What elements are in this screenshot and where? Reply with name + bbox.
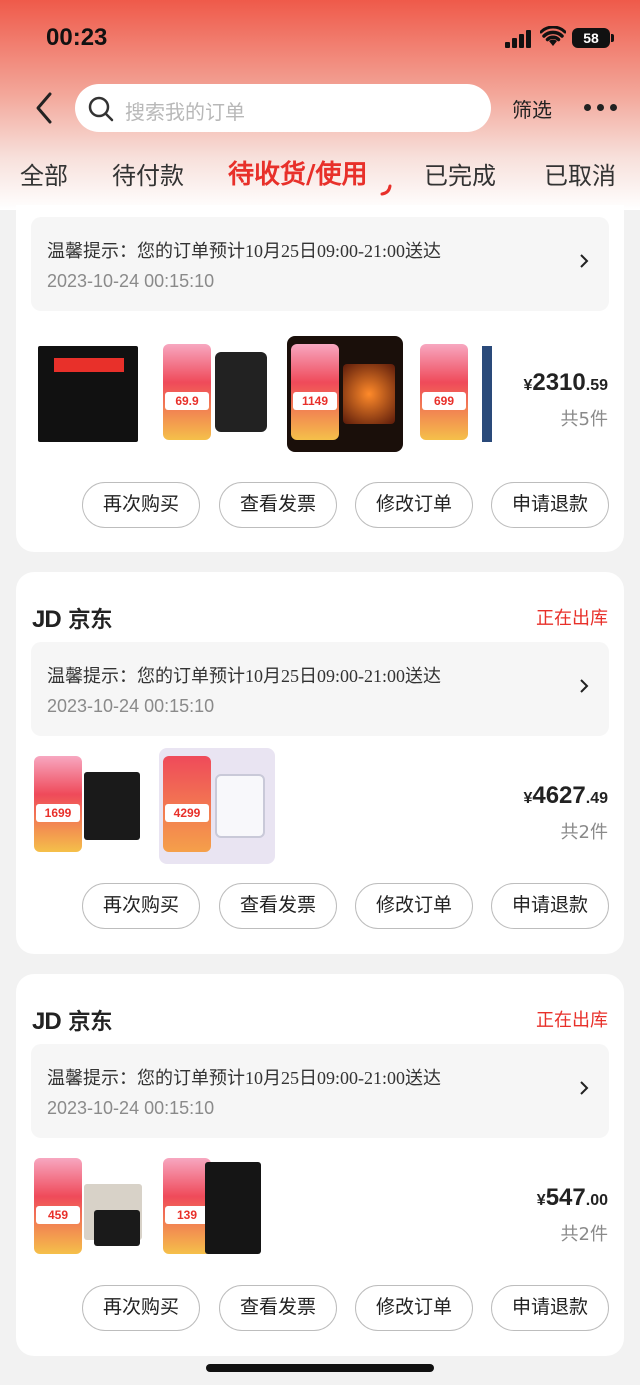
rebuy-button[interactable]: 再次购买 (82, 482, 200, 528)
order-price: ¥547.00 共2件 (537, 1184, 608, 1246)
product-thumbnail[interactable] (30, 336, 146, 452)
shop-label: 京东 (68, 608, 113, 633)
view-invoice-button[interactable]: 查看发票 (219, 883, 337, 929)
notice-text: 温馨提示：您的订单预计10月25日09:00-21:00送达 (47, 666, 441, 686)
search-icon (88, 96, 114, 122)
rebuy-button[interactable]: 再次购买 (82, 883, 200, 929)
wifi-icon (540, 26, 566, 46)
price-decimal: .59 (585, 377, 608, 394)
product-thumbnail[interactable]: 69.9 (159, 336, 275, 452)
home-indicator (206, 1364, 434, 1372)
item-count: 共2件 (560, 1224, 608, 1245)
order-time: 2023-10-24 00:15:10 (47, 696, 215, 716)
order-time: 2023-10-24 00:15:10 (47, 271, 215, 291)
view-invoice-button[interactable]: 查看发票 (219, 482, 337, 528)
order-tabs: 全部 待付款 待收货/使用 已完成 已取消 (0, 150, 640, 202)
delivery-notice[interactable]: 温馨提示：您的订单预计10月25日09:00-21:00送达 2023-10-2… (31, 642, 609, 736)
signal-icon (505, 30, 533, 48)
back-arrow-icon[interactable] (30, 90, 60, 126)
price-integer: 2310 (532, 369, 586, 396)
chevron-right-icon (580, 254, 589, 268)
price-integer: 4627 (532, 782, 586, 809)
jd-logo: JD (32, 606, 62, 633)
request-refund-button[interactable]: 申请退款 (491, 1285, 609, 1331)
order-status: 正在出库 (536, 608, 608, 629)
product-thumbnail[interactable]: 139 (159, 1150, 275, 1266)
tab-to-receive[interactable]: 待收货/使用 (228, 154, 368, 191)
tab-pending-payment[interactable]: 待付款 (112, 156, 184, 191)
more-icon[interactable] (584, 104, 618, 112)
shop-name[interactable]: JD 京东 (32, 602, 112, 634)
modify-order-button[interactable]: 修改订单 (355, 1285, 473, 1331)
price-decimal: .00 (585, 1192, 608, 1209)
price-decimal: .49 (585, 790, 608, 807)
top-nav: 搜索我的订单 筛选 (0, 80, 640, 136)
order-time: 2023-10-24 00:15:10 (47, 1098, 215, 1118)
item-count: 共2件 (560, 822, 608, 843)
product-thumbnail[interactable]: 4299 (159, 748, 275, 864)
order-actions: 再次购买 查看发票 修改订单 申请退款 (82, 482, 610, 528)
order-card: JD 京东 正在出库 温馨提示：您的订单预计10月25日09:00-21:00送… (16, 572, 624, 954)
notice-text: 温馨提示：您的订单预计10月25日09:00-21:00送达 (47, 1068, 441, 1088)
chevron-right-icon (580, 679, 589, 693)
tab-cancelled[interactable]: 已取消 (544, 156, 616, 191)
status-bar: 00:23 58 (0, 0, 640, 76)
product-thumbnail[interactable]: 699 (416, 336, 494, 452)
search-placeholder: 搜索我的订单 (125, 100, 245, 124)
tab-all[interactable]: 全部 (20, 156, 68, 191)
tab-completed[interactable]: 已完成 (424, 156, 496, 191)
tab-active-indicator (380, 184, 392, 196)
item-count: 共5件 (560, 409, 608, 430)
order-card: 温馨提示：您的订单预计10月25日09:00-21:00送达 2023-10-2… (16, 205, 624, 552)
order-price: ¥2310.59 共5件 (523, 369, 608, 431)
status-time: 00:23 (46, 24, 108, 51)
shop-label: 京东 (68, 1010, 113, 1035)
order-actions: 再次购买 查看发票 修改订单 申请退款 (82, 1285, 610, 1331)
order-status: 正在出库 (536, 1010, 608, 1031)
modify-order-button[interactable]: 修改订单 (355, 883, 473, 929)
request-refund-button[interactable]: 申请退款 (491, 482, 609, 528)
product-thumbnail[interactable]: 459 (30, 1150, 146, 1266)
product-thumbnail[interactable]: 1699 (30, 748, 146, 864)
order-actions: 再次购买 查看发票 修改订单 申请退款 (82, 883, 610, 929)
rebuy-button[interactable]: 再次购买 (82, 1285, 200, 1331)
order-card: JD 京东 正在出库 温馨提示：您的订单预计10月25日09:00-21:00送… (16, 974, 624, 1356)
filter-button[interactable]: 筛选 (512, 94, 552, 123)
jd-logo: JD (32, 1008, 62, 1035)
notice-text: 温馨提示：您的订单预计10月25日09:00-21:00送达 (47, 241, 441, 261)
search-input[interactable]: 搜索我的订单 (75, 84, 491, 132)
product-thumbnail[interactable]: 1149 (287, 336, 403, 452)
order-price: ¥4627.49 共2件 (523, 782, 608, 844)
currency-symbol: ¥ (536, 1192, 546, 1209)
price-integer: 547 (545, 1184, 586, 1211)
request-refund-button[interactable]: 申请退款 (491, 883, 609, 929)
battery-indicator: 58 (572, 28, 614, 48)
chevron-right-icon (580, 1081, 589, 1095)
delivery-notice[interactable]: 温馨提示：您的订单预计10月25日09:00-21:00送达 2023-10-2… (31, 1044, 609, 1138)
delivery-notice[interactable]: 温馨提示：您的订单预计10月25日09:00-21:00送达 2023-10-2… (31, 217, 609, 311)
shop-name[interactable]: JD 京东 (32, 1004, 112, 1036)
modify-order-button[interactable]: 修改订单 (355, 482, 473, 528)
view-invoice-button[interactable]: 查看发票 (219, 1285, 337, 1331)
